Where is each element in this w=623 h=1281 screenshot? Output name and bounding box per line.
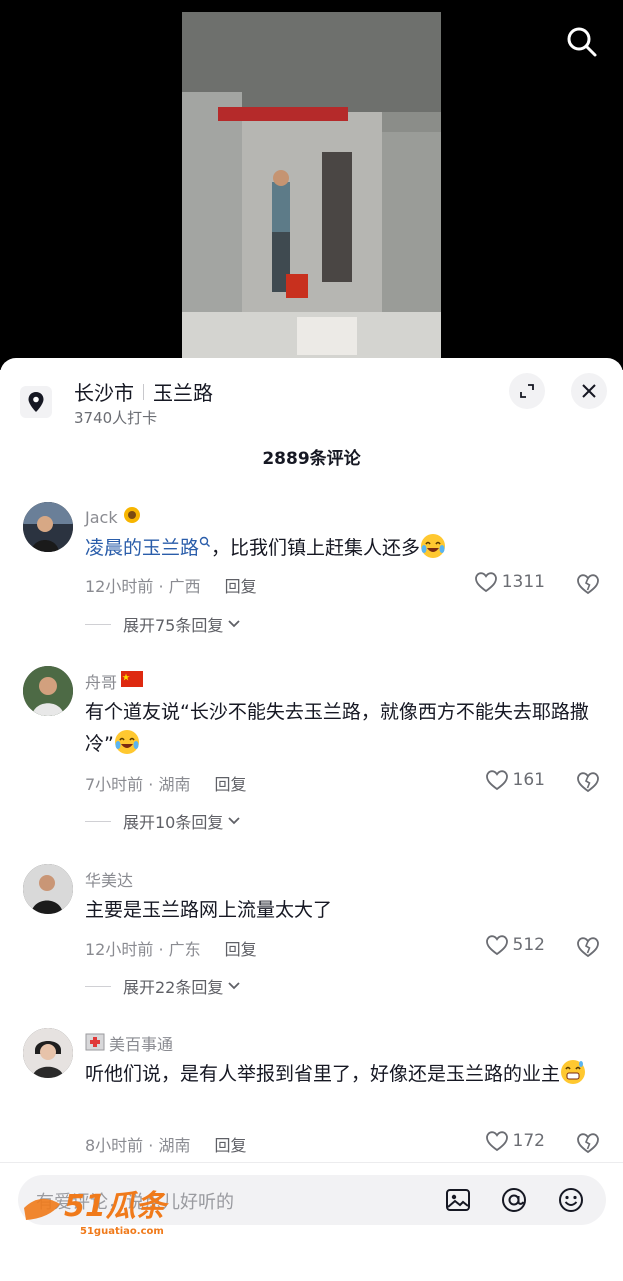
dislike-button[interactable] — [575, 572, 601, 596]
reply-button[interactable]: 回复 — [225, 577, 257, 596]
divider-line — [85, 623, 111, 625]
dislike-button[interactable] — [575, 935, 601, 959]
video-player[interactable] — [0, 0, 623, 370]
comment-text: 听他们说，是有人举报到省里了，好像还是玉兰路的业主 — [85, 1058, 605, 1090]
location-city: 长沙市 — [74, 381, 134, 405]
comment-time-place: 7小时前 · 湖南 — [85, 775, 191, 794]
heart-icon — [485, 1131, 508, 1152]
expand-replies-label: 展开75条回复 — [123, 616, 224, 635]
comment-meta: 7小时前 · 湖南 回复 — [85, 771, 246, 795]
broken-heart-icon — [577, 772, 599, 793]
like-button[interactable]: 161 — [485, 769, 545, 791]
emoji-icon[interactable] — [557, 1186, 585, 1214]
china-flag-icon — [121, 671, 144, 691]
comment-username[interactable]: Jack — [85, 505, 142, 529]
like-count: 172 — [512, 1131, 545, 1151]
chevron-down-icon — [228, 982, 241, 990]
heart-icon — [485, 770, 508, 791]
expand-replies-label: 展开22条回复 — [123, 978, 224, 997]
comment-time-place: 12小时前 · 广东 — [85, 940, 201, 959]
reply-button[interactable]: 回复 — [225, 940, 257, 959]
hospital-icon — [85, 1031, 105, 1055]
dislike-button[interactable] — [575, 770, 601, 794]
comment-text: 有个道友说“长沙不能失去玉兰路，就像西方不能失去耶路撒冷” — [85, 696, 605, 760]
watermark-brand: 51瓜条 — [64, 1189, 170, 1224]
like-count: 161 — [512, 770, 545, 790]
search-button[interactable] — [562, 22, 602, 62]
like-count: 512 — [512, 935, 545, 955]
laughing-crying-emoji-icon — [114, 730, 139, 754]
broken-heart-icon — [577, 937, 599, 958]
divider-line — [85, 820, 111, 822]
search-link[interactable]: 凌晨的玉兰路 — [85, 537, 199, 559]
expand-replies-label: 展开10条回复 — [123, 813, 224, 832]
comment-username[interactable]: 华美达 — [85, 867, 133, 891]
comment-time-place: 12小时前 · 广西 — [85, 577, 201, 596]
comment-text: 主要是玉兰路网上流量太大了 — [85, 894, 605, 926]
location-checkins: 3740人打卡 — [74, 409, 158, 427]
sunflower-icon — [122, 505, 142, 529]
expand-button[interactable] — [509, 373, 545, 409]
comment-time-place: 8小时前 · 湖南 — [85, 1136, 191, 1155]
expand-replies-button[interactable]: 展开75条回复 — [85, 612, 241, 636]
like-count: 1311 — [501, 572, 545, 592]
reply-button[interactable]: 回复 — [214, 775, 246, 794]
expand-icon — [520, 384, 534, 398]
location-road: 玉兰路 — [153, 381, 213, 405]
like-button[interactable]: 172 — [485, 1130, 545, 1152]
search-icon — [199, 536, 211, 547]
chevron-down-icon — [228, 817, 241, 825]
like-button[interactable]: 1311 — [474, 571, 545, 593]
location-header[interactable]: 长沙市 玉兰路 3740人打卡 — [0, 358, 623, 428]
username-text: 华美达 — [85, 871, 134, 890]
avatar[interactable] — [23, 502, 73, 552]
close-icon — [582, 384, 596, 398]
comment-body: 有个道友说“长沙不能失去玉兰路，就像西方不能失去耶路撒冷” — [85, 701, 589, 755]
comment-meta: 12小时前 · 广东 回复 — [85, 936, 257, 960]
location-separator — [143, 383, 144, 400]
comment-text: 凌晨的玉兰路 ，比我们镇上赶集人还多 — [85, 532, 605, 564]
at-icon[interactable] — [500, 1186, 528, 1214]
comment-body: ，比我们镇上赶集人还多 — [211, 537, 421, 559]
reply-button[interactable]: 回复 — [214, 1136, 246, 1155]
avatar[interactable] — [23, 666, 73, 716]
watermark-url: 51guatiao.com — [80, 1226, 164, 1237]
comment-username[interactable]: 舟哥 — [85, 669, 144, 693]
like-button[interactable]: 512 — [485, 934, 545, 956]
comment-sheet: 长沙市 玉兰路 3740人打卡 2889条评论 Jack 凌晨的玉兰路 ，比我们… — [0, 358, 623, 1280]
username-text: 舟哥 — [85, 673, 118, 692]
divider-line — [85, 985, 111, 987]
dislike-button[interactable] — [575, 1131, 601, 1155]
watermark-logo: 51瓜条 51guatiao.com — [20, 1178, 220, 1238]
comment-meta: 12小时前 · 广西 回复 — [85, 573, 257, 597]
comment-body: 主要是玉兰路网上流量太大了 — [85, 899, 333, 921]
image-icon[interactable] — [444, 1186, 472, 1214]
location-title[interactable]: 长沙市 玉兰路 — [74, 377, 213, 406]
close-button[interactable] — [571, 373, 607, 409]
heart-icon — [474, 572, 497, 593]
username-text: 美百事通 — [109, 1035, 174, 1054]
comment-count: 2889条评论 — [262, 449, 361, 469]
comment-body: 听他们说，是有人举报到省里了，好像还是玉兰路的业主 — [85, 1063, 561, 1085]
broken-heart-icon — [577, 1133, 599, 1154]
comment-username[interactable]: 美百事通 — [85, 1031, 173, 1055]
broken-heart-icon — [577, 574, 599, 595]
video-frame — [182, 12, 441, 358]
search-icon — [567, 27, 597, 57]
username-text: Jack — [85, 507, 118, 527]
avatar[interactable] — [23, 1028, 73, 1078]
location-pin-icon — [20, 386, 52, 418]
chevron-down-icon — [228, 620, 241, 628]
comment-meta: 8小时前 · 湖南 回复 — [85, 1132, 246, 1156]
laughing-crying-emoji-icon — [421, 534, 446, 558]
expand-replies-button[interactable]: 展开22条回复 — [85, 974, 241, 998]
grinning-sweat-emoji-icon — [561, 1060, 586, 1084]
avatar[interactable] — [23, 864, 73, 914]
expand-replies-button[interactable]: 展开10条回复 — [85, 809, 241, 833]
heart-icon — [485, 935, 508, 956]
